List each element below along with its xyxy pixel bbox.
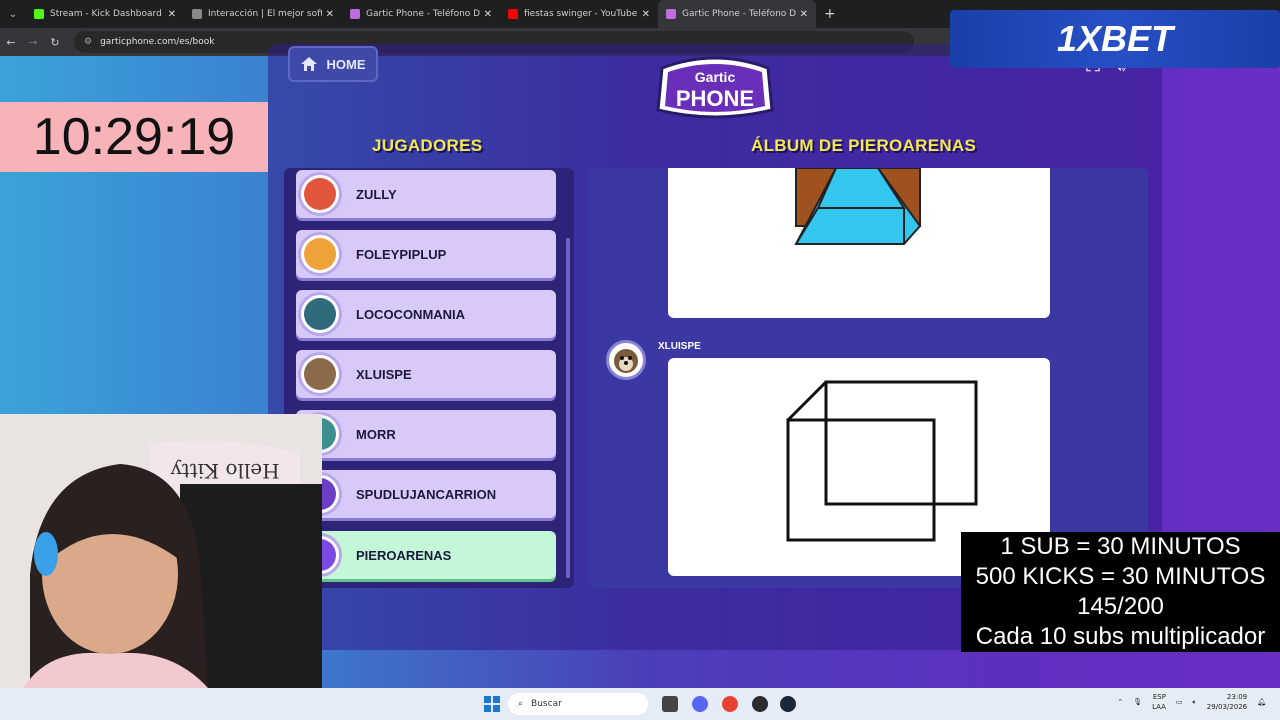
close-icon[interactable]: ✕ [800,9,808,20]
player-item[interactable]: FOLEYPIPLUP [296,230,556,278]
players-scrollbar[interactable] [566,238,570,578]
stream-timer: 10:29:19 [0,102,268,172]
gartic-icon [350,9,360,19]
goal-progress: 145/200 [1077,593,1164,620]
tab-gartic-1[interactable]: Gartic Phone - Teléfono Descon ✕ [342,0,500,28]
avatar [298,352,342,396]
taskbar-search[interactable]: ⌕ Buscar [508,693,648,715]
sponsor-banner: 1XBET [950,10,1280,68]
speaker-icon[interactable]: 🔈︎ [1193,698,1197,707]
avatar [298,172,342,216]
tab-title: fiestas swinger - YouTube [524,9,638,19]
players-heading: JUGADORES [372,136,483,155]
player-item[interactable]: ZULLY [296,170,556,218]
home-button[interactable]: HOME [288,46,378,82]
player-item[interactable]: MORR [296,410,556,458]
tab-search-icon[interactable]: ⌄ [0,0,26,28]
close-icon[interactable]: ✕ [484,9,492,20]
player-name: FOLEYPIPLUP [356,246,447,262]
file-explorer-icon[interactable] [662,696,678,712]
player-name: MORR [356,426,396,442]
pyramid-drawing [794,167,922,245]
player-name: ZULLY [356,186,397,202]
tab-title: Stream - Kick Dashboard [50,9,162,19]
new-tab-icon[interactable]: + [824,6,836,22]
multiplier-line: Cada 10 subs multiplicador [975,623,1266,650]
player-item[interactable]: XLUISPE [296,350,556,398]
site-info-icon[interactable]: ⚙ [84,37,92,47]
tab-title: Interacción | El mejor softw [208,9,322,19]
lang-top: ESP [1152,693,1166,701]
player-name: SPUDLUJANCARRION [356,486,497,502]
search-icon: ⌕ [518,699,524,709]
player-name: XLUISPE [356,366,412,382]
obs-icon[interactable] [752,696,768,712]
gartic-phone-logo: Gartic PHONE [656,56,774,119]
logo-top-text: Gartic [695,69,736,85]
tab-kick[interactable]: Stream - Kick Dashboard ✕ [26,0,184,28]
discord-icon[interactable] [692,696,708,712]
kick-icon [34,9,44,19]
dog-icon [614,349,638,373]
tab-title: Gartic Phone - Teléfono Descon [366,9,480,19]
player-item-active[interactable]: PIEROARENAS [296,531,556,579]
author-name: XLUISPE [658,341,701,352]
close-icon[interactable]: ✕ [168,9,176,20]
network-icon[interactable]: ▭ [1176,698,1183,706]
windows-start-icon[interactable] [484,696,500,712]
close-icon[interactable]: ✕ [326,9,334,20]
tab-title: Gartic Phone - Teléfono Descon [682,9,796,19]
reload-icon[interactable]: ↻ [44,36,66,49]
clock[interactable]: 23:09 29/03/2026 [1207,692,1247,712]
home-label: HOME [326,56,366,72]
hello-kitty-text: Hello Kitty [170,459,280,483]
back-icon[interactable]: ← [0,36,22,49]
tab-gartic-active[interactable]: Gartic Phone - Teléfono Descon ✕ [658,0,816,28]
player-item[interactable]: SPUDLUJANCARRION [296,470,556,518]
player-name: PIEROARENAS [356,547,452,563]
steam-icon[interactable] [780,696,796,712]
windows-taskbar: ⌕ Buscar ⌃ 🎙︎ ESP LAA ▭ 🔈︎ 23:09 29/03/2… [0,688,1280,720]
avatar [298,232,342,276]
author-avatar [606,340,646,380]
webcam-image: Hello Kitty [0,414,322,720]
tab-interaccion[interactable]: Interacción | El mejor softw ✕ [184,0,342,28]
url-text: garticphone.com/es/book [100,37,215,47]
language-indicator[interactable]: ESP LAA [1152,692,1166,712]
microphone-icon[interactable]: 🎙︎ [1133,698,1142,706]
player-name: LOCOCONMANIA [356,306,466,322]
gartic-icon [666,9,676,19]
player-item[interactable]: LOCOCONMANIA [296,290,556,338]
notification-icon[interactable]: 🔔︎ [1257,698,1266,706]
webcam-feed: Hello Kitty [0,414,322,720]
chrome-icon[interactable] [722,696,738,712]
system-tray: ⌃ 🎙︎ ESP LAA ▭ 🔈︎ 23:09 29/03/2026 🔔︎ [1117,692,1266,712]
kicks-line: 500 KICKS = 30 MINUTOS [975,563,1266,590]
search-placeholder: Buscar [531,699,562,709]
album-heading: ÁLBUM DE PIEROARENAS [751,136,977,155]
lang-bottom: LAA [1152,703,1166,711]
sub-goal-box: 1 SUB = 30 MINUTOS 500 KICKS = 30 MINUTO… [961,532,1280,652]
drawing-pyramid [668,167,1050,318]
avatar [298,292,342,336]
youtube-icon [508,9,518,19]
tab-youtube[interactable]: fiestas swinger - YouTube ✕ [500,0,658,28]
interaccion-icon [192,9,202,19]
close-icon[interactable]: ✕ [642,9,650,20]
clock-date: 29/03/2026 [1206,703,1248,711]
logo-bottom-text: PHONE [676,86,754,111]
home-icon [300,57,317,71]
chevron-up-icon[interactable]: ⌃ [1117,698,1123,706]
clock-time: 23:09 [1226,693,1248,701]
sub-line: 1 SUB = 30 MINUTOS [1000,533,1241,560]
forward-icon[interactable]: → [22,36,44,49]
